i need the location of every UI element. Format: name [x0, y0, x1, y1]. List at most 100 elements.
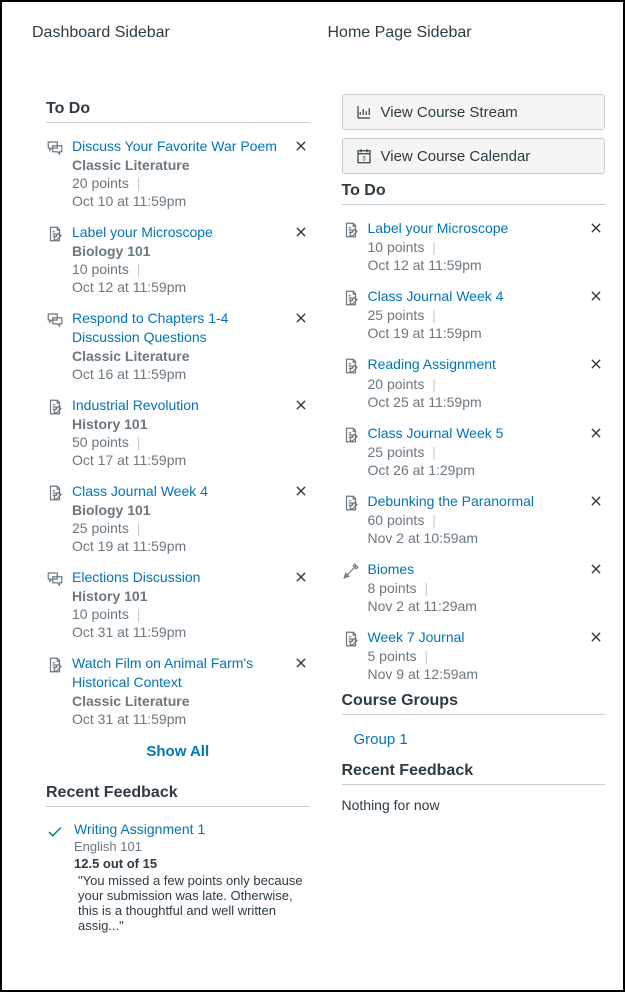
quiz-icon [342, 560, 360, 580]
todo-item: Respond to Chapters 1-4 Discussion Quest… [46, 303, 310, 389]
todo-title-link[interactable]: Class Journal Week 4 [72, 482, 286, 500]
todo-points: 20 points | [368, 376, 582, 392]
dismiss-button[interactable] [589, 424, 605, 440]
todo-item: Label your Microscope 10 points | Oct 12 a… [342, 213, 606, 281]
feedback-score: 12.5 out of 15 [74, 856, 310, 871]
todo-title-link[interactable]: Label your Microscope [72, 223, 286, 241]
course-groups-heading: Course Groups [342, 692, 606, 715]
button-label: View Course Calendar [381, 148, 531, 165]
feedback-title-link[interactable]: Writing Assignment 1 [74, 821, 310, 837]
dismiss-button[interactable] [294, 309, 310, 325]
todo-points: 10 points | [72, 261, 286, 277]
dismiss-button[interactable] [589, 219, 605, 235]
analytics-icon [355, 103, 373, 121]
view-course-calendar-button[interactable]: View Course Calendar [342, 138, 606, 174]
feedback-course: English 101 [74, 839, 310, 854]
group-link[interactable]: Group 1 [342, 723, 606, 756]
todo-item: Class Journal Week 425 points |Oct 19 at… [342, 281, 606, 349]
assignment-icon [46, 482, 64, 502]
todo-due: Oct 31 at 11:59pm [72, 711, 286, 727]
todo-body: Class Journal Week 5 25 points | Oct 26 at… [368, 424, 582, 478]
todo-body: Week 7 Journal 5 points | Nov 9 at 12:59am [368, 628, 582, 682]
todo-body: Elections DiscussionHistory 10110 points… [72, 568, 286, 640]
todo-points: 25 points | [368, 444, 582, 460]
column-title-dashboard: Dashboard Sidebar [32, 24, 310, 42]
dismiss-button[interactable] [294, 223, 310, 239]
todo-points: 5 points | [368, 648, 582, 664]
todo-item: Reading Assignment 20 points | Oct 25 at 1… [342, 349, 606, 417]
todo-points: 50 points | [72, 434, 286, 450]
discussion-icon [46, 568, 64, 588]
todo-due: Oct 26 at 1:29pm [368, 462, 582, 478]
todo-body: Class Journal Week 425 points |Oct 19 at… [368, 287, 582, 341]
todo-item: Industrial Revolution History 101 50 point… [46, 390, 310, 476]
assignment-icon [342, 492, 360, 512]
todo-due: Oct 12 at 11:59pm [72, 279, 286, 295]
todo-points: 10 points | [368, 239, 582, 255]
todo-due: Oct 10 at 11:59pm [72, 193, 286, 209]
todo-title-link[interactable]: Industrial Revolution [72, 396, 286, 414]
todo-title-link[interactable]: Class Journal Week 5 [368, 424, 582, 442]
column-title-homepage: Home Page Sidebar [328, 24, 606, 42]
todo-title-link[interactable]: Biomes [368, 560, 582, 578]
todo-title-link[interactable]: Respond to Chapters 1-4 Discussion Quest… [72, 309, 286, 345]
todo-title-link[interactable]: Class Journal Week 4 [368, 287, 582, 305]
dismiss-button[interactable] [294, 396, 310, 412]
todo-body: Discuss Your Favorite War Poem Classic Li… [72, 137, 286, 209]
todo-course: Classic Literature [72, 693, 286, 709]
dismiss-button[interactable] [589, 560, 605, 576]
dismiss-button[interactable] [589, 355, 605, 371]
todo-body: Debunking the Paranormal 60 points | Nov 2… [368, 492, 582, 546]
todo-list: Discuss Your Favorite War Poem Classic Li… [46, 131, 310, 735]
dashboard-sidebar-column: Dashboard Sidebar To Do Discuss Your Fav… [32, 24, 310, 939]
todo-list: Label your Microscope 10 points | Oct 12 a… [342, 213, 606, 690]
todo-title-link[interactable]: Discuss Your Favorite War Poem [72, 137, 286, 155]
assignment-icon [342, 424, 360, 444]
todo-due: Oct 31 at 11:59pm [72, 624, 286, 640]
discussion-icon [46, 309, 64, 329]
todo-course: History 101 [72, 416, 286, 432]
assignment-icon [46, 654, 64, 674]
dismiss-button[interactable] [589, 287, 605, 303]
todo-due: Nov 2 at 10:59am [368, 530, 582, 546]
dismiss-button[interactable] [589, 628, 605, 644]
todo-points: 60 points | [368, 512, 582, 528]
todo-heading: To Do [342, 182, 606, 205]
dismiss-button[interactable] [294, 568, 310, 584]
calendar-icon [355, 147, 373, 165]
view-course-stream-button[interactable]: View Course Stream [342, 94, 606, 130]
todo-title-link[interactable]: Elections Discussion [72, 568, 286, 586]
todo-title-link[interactable]: Watch Film on Animal Farm's Historical C… [72, 654, 286, 690]
todo-item: Class Journal Week 5 25 points | Oct 26 at… [342, 418, 606, 486]
todo-body: Label your Microscope 10 points | Oct 12 a… [368, 219, 582, 273]
todo-points: 25 points | [72, 520, 286, 536]
todo-title-link[interactable]: Reading Assignment [368, 355, 582, 373]
todo-course: Classic Literature [72, 348, 286, 364]
todo-title-link[interactable]: Debunking the Paranormal [368, 492, 582, 510]
assignment-icon [46, 223, 64, 243]
assignment-icon [342, 287, 360, 307]
todo-item: Biomes8 points |Nov 2 at 11:29am [342, 554, 606, 622]
todo-item: Discuss Your Favorite War Poem Classic Li… [46, 131, 310, 217]
todo-course: Biology 101 [72, 502, 286, 518]
todo-title-link[interactable]: Week 7 Journal [368, 628, 582, 646]
todo-due: Oct 12 at 11:59pm [368, 257, 582, 273]
check-icon [46, 821, 64, 933]
todo-due: Nov 9 at 12:59am [368, 666, 582, 682]
todo-body: Industrial Revolution History 101 50 point… [72, 396, 286, 468]
todo-item: Label your MicroscopeBiology 10110 point… [46, 217, 310, 303]
todo-points: 10 points | [72, 606, 286, 622]
show-all-link[interactable]: Show All [46, 735, 310, 778]
todo-title-link[interactable]: Label your Microscope [368, 219, 582, 237]
dismiss-button[interactable] [294, 482, 310, 498]
assignment-icon [46, 396, 64, 416]
todo-course: Classic Literature [72, 157, 286, 173]
recent-feedback-heading: Recent Feedback [46, 784, 310, 807]
todo-due: Oct 25 at 11:59pm [368, 394, 582, 410]
todo-due: Oct 16 at 11:59pm [72, 366, 286, 382]
dismiss-button[interactable] [294, 137, 310, 153]
dismiss-button[interactable] [589, 492, 605, 508]
feedback-comment: "You missed a few points only because yo… [74, 873, 310, 933]
dismiss-button[interactable] [294, 654, 310, 670]
todo-body: Label your MicroscopeBiology 10110 point… [72, 223, 286, 295]
